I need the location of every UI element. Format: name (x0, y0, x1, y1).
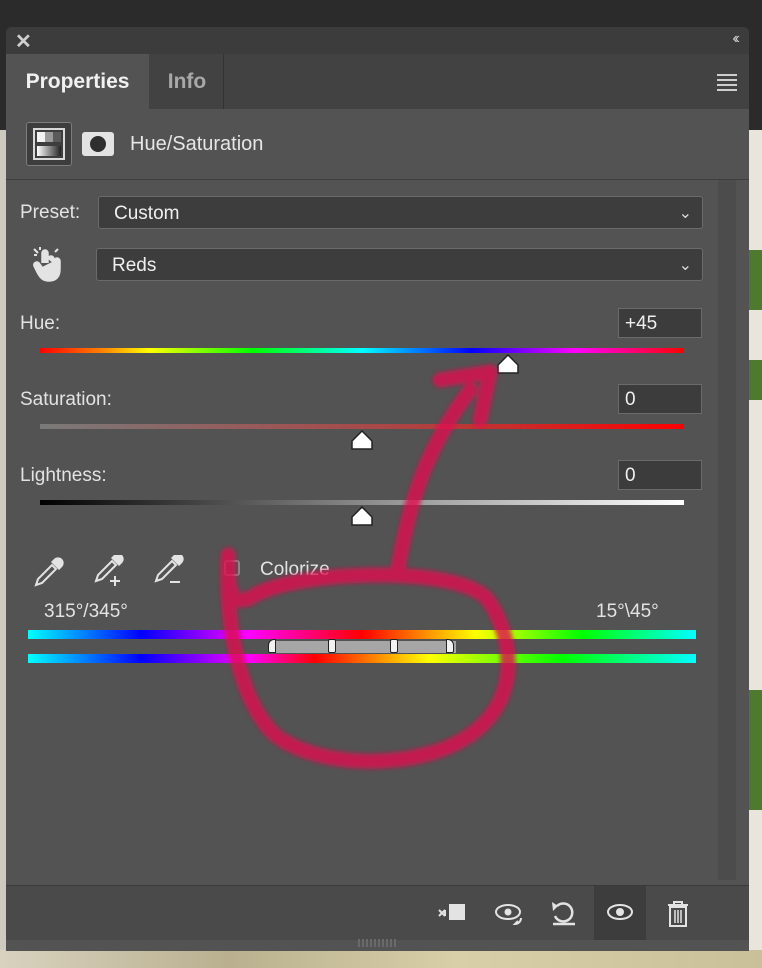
eyedropper-subtract-icon[interactable] (152, 555, 186, 589)
targeted-adjustment-hand-icon[interactable] (30, 245, 66, 285)
reset-icon[interactable] (538, 886, 590, 940)
channel-value: Reds (112, 255, 157, 276)
tab-bar: Properties Info (6, 54, 749, 109)
lightness-slider-track[interactable] (40, 500, 684, 505)
adjustment-header: Hue/Saturation (6, 109, 749, 180)
colorize-label: Colorize (260, 559, 330, 580)
chevron-down-icon: ⌄ (678, 257, 692, 274)
range-right-label: 15°\45° (596, 601, 659, 622)
tab-info[interactable]: Info (151, 54, 224, 109)
double-chevron-icon[interactable]: ‹‹ (732, 30, 739, 48)
tab-properties[interactable]: Properties (6, 54, 149, 109)
source-color-spectrum (28, 630, 696, 639)
scrollbar[interactable] (718, 180, 736, 880)
resize-grip[interactable] (358, 939, 396, 947)
saturation-input[interactable]: 0 (618, 384, 702, 414)
saturation-slider-track[interactable] (40, 424, 684, 429)
eyedropper-add-icon[interactable] (92, 555, 126, 589)
adjustment-title: Hue/Saturation (130, 133, 264, 155)
preset-value: Custom (114, 203, 180, 224)
range-handle-left[interactable] (328, 639, 336, 653)
channel-dropdown[interactable]: Reds ⌄ (96, 248, 703, 281)
lightness-label: Lightness: (20, 465, 107, 486)
trash-icon[interactable] (652, 886, 704, 940)
visibility-eye-icon[interactable] (594, 886, 646, 940)
chevron-down-icon: ⌄ (678, 205, 692, 222)
range-left-label: 315°/345° (44, 601, 128, 622)
saturation-label: Saturation: (20, 389, 112, 410)
view-previous-state-icon[interactable] (482, 886, 534, 940)
background-photo-bottom (0, 950, 762, 968)
hue-slider-thumb[interactable] (497, 354, 519, 374)
hue-saturation-adjustment-icon[interactable] (26, 122, 72, 166)
background-photo-right (748, 130, 762, 968)
color-range-bar[interactable] (270, 641, 456, 653)
range-handle-right-falloff[interactable] (446, 639, 454, 653)
lightness-slider-thumb[interactable] (351, 506, 373, 526)
close-icon[interactable]: ✕ (15, 29, 32, 54)
clip-to-layer-icon[interactable] (424, 886, 476, 940)
hue-slider-track[interactable] (40, 348, 684, 353)
preset-label: Preset: (20, 202, 81, 223)
eyedropper-icon[interactable] (32, 555, 66, 589)
range-handle-right[interactable] (390, 639, 398, 653)
lightness-input[interactable]: 0 (618, 460, 702, 490)
hue-input[interactable]: +45 (618, 308, 702, 338)
range-handle-left-falloff[interactable] (268, 639, 276, 653)
panel-menu-icon[interactable] (717, 74, 737, 94)
hue-label: Hue: (20, 313, 61, 334)
preset-dropdown[interactable]: Custom ⌄ (98, 196, 703, 229)
colorize-checkbox[interactable] (224, 560, 240, 576)
saturation-slider-thumb[interactable] (351, 430, 373, 450)
properties-panel: ✕ ‹‹ Properties Info Hue/Saturation Pres… (6, 27, 749, 951)
panel-title-bar: ✕ ‹‹ (6, 27, 749, 54)
panel-footer (6, 885, 749, 940)
layer-mask-icon[interactable] (82, 132, 114, 156)
adjusted-color-spectrum (28, 654, 696, 663)
